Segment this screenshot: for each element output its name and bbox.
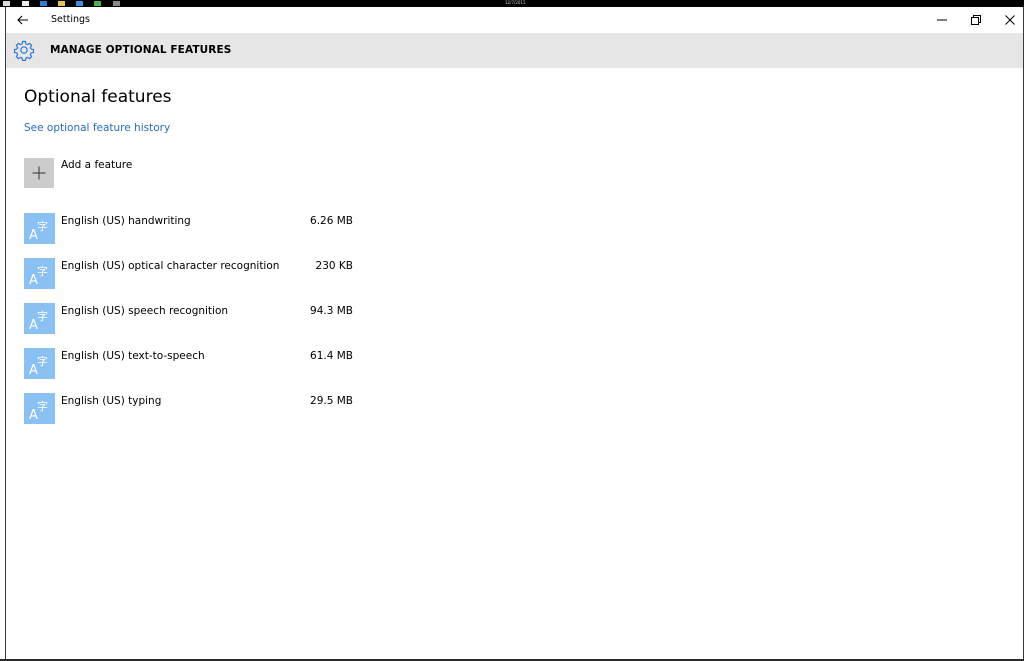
- feature-size: 6.26 MB: [310, 215, 353, 227]
- feature-name: English (US) speech recognition: [61, 305, 229, 317]
- feature-item[interactable]: A 字 English (US) text-to-speech 61.4 MB: [24, 348, 354, 379]
- add-tile: [24, 158, 54, 188]
- feature-name: English (US) text-to-speech: [61, 350, 205, 362]
- language-icon: A 字: [24, 258, 55, 289]
- language-icon: A 字: [24, 303, 55, 334]
- language-icon: A 字: [24, 348, 55, 379]
- svg-text:字: 字: [37, 399, 48, 413]
- settings-window: Settings MANAGE OPTIONAL FEATURES Option…: [5, 7, 1024, 660]
- back-button[interactable]: [12, 9, 34, 31]
- feature-name: English (US) optical character recogniti…: [61, 260, 280, 272]
- title-bar: Settings: [6, 7, 1023, 33]
- restore-button[interactable]: [959, 7, 993, 33]
- back-arrow-icon: [17, 15, 28, 25]
- close-icon: [1005, 15, 1015, 25]
- edge-icon[interactable]: [40, 1, 47, 6]
- minimize-button[interactable]: [925, 7, 959, 33]
- store-icon[interactable]: [76, 1, 83, 6]
- svg-text:字: 字: [37, 354, 48, 368]
- feature-name: English (US) handwriting: [61, 215, 191, 227]
- feature-size: 61.4 MB: [310, 350, 353, 362]
- feature-size: 230 KB: [315, 260, 353, 272]
- taskbar-date: 12/7/2015: [505, 0, 526, 5]
- language-icon: A 字: [24, 213, 55, 244]
- gear-icon: [13, 39, 35, 62]
- feature-size: 29.5 MB: [310, 395, 353, 407]
- svg-text:字: 字: [37, 309, 48, 323]
- feature-item[interactable]: A 字 English (US) typing 29.5 MB: [24, 393, 354, 424]
- feature-size: 94.3 MB: [310, 305, 353, 317]
- language-icon: A 字: [24, 393, 55, 424]
- close-button[interactable]: [993, 7, 1024, 33]
- add-feature-button[interactable]: Add a feature: [24, 158, 224, 188]
- windows-icon[interactable]: [3, 1, 10, 6]
- feature-item[interactable]: A 字 English (US) speech recognition 94.3…: [24, 303, 354, 334]
- page-title: Optional features: [24, 87, 172, 107]
- feature-name: English (US) typing: [61, 395, 162, 407]
- page-header-title: MANAGE OPTIONAL FEATURES: [50, 44, 232, 56]
- svg-text:字: 字: [37, 219, 48, 233]
- minimize-icon: [937, 19, 947, 21]
- window-title: Settings: [51, 14, 90, 25]
- file-icon[interactable]: [22, 1, 29, 6]
- feature-item[interactable]: A 字 English (US) optical character recog…: [24, 258, 354, 289]
- restore-icon: [971, 15, 981, 25]
- explorer-icon[interactable]: [58, 1, 65, 6]
- main-content: Optional features See optional feature h…: [24, 68, 1014, 658]
- settings-icon[interactable]: [113, 1, 120, 6]
- feature-item[interactable]: A 字 English (US) handwriting 6.26 MB: [24, 213, 354, 244]
- page-header: MANAGE OPTIONAL FEATURES: [6, 33, 1023, 68]
- feature-history-link[interactable]: See optional feature history: [24, 122, 170, 134]
- svg-text:字: 字: [37, 264, 48, 278]
- plus-icon: [32, 166, 46, 180]
- skype-icon[interactable]: [94, 1, 101, 6]
- add-feature-label: Add a feature: [61, 159, 133, 171]
- taskbar: 12/7/2015: [0, 0, 1024, 7]
